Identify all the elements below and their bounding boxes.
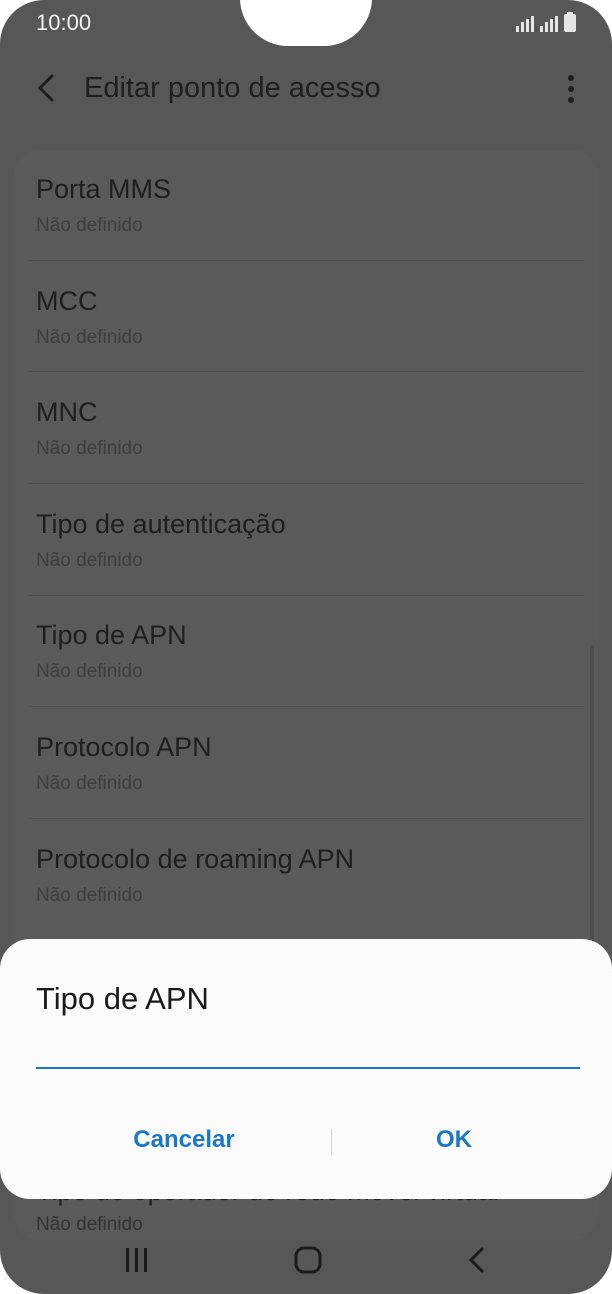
setting-protocolo-roaming-apn[interactable]: Protocolo de roaming APN Não definido (36, 844, 582, 907)
setting-value: Não definido (36, 661, 143, 682)
navigation-bar (0, 1226, 612, 1294)
setting-value: Não definido (36, 885, 143, 906)
divider (28, 706, 584, 707)
button-divider (331, 1129, 332, 1155)
apn-type-dialog: Tipo de APN Cancelar OK (0, 939, 612, 1199)
status-icons (516, 12, 576, 32)
setting-title: MNC (36, 397, 98, 427)
setting-protocolo-apn[interactable]: Protocolo APN Não definido (36, 732, 582, 795)
setting-value: Não definido (36, 438, 143, 459)
setting-tipo-apn[interactable]: Tipo de APN Não definido (36, 620, 582, 683)
divider (28, 260, 584, 261)
home-icon[interactable] (294, 1246, 322, 1274)
battery-icon (564, 12, 576, 32)
setting-value: Não definido (36, 215, 143, 236)
camera-notch (240, 0, 372, 46)
setting-mnc[interactable]: MNC Não definido (36, 397, 582, 460)
scrollbar[interactable] (590, 645, 594, 945)
divider (28, 595, 584, 596)
app-bar: Editar ponto de acesso (0, 60, 612, 120)
ok-button[interactable]: OK (354, 1125, 554, 1155)
setting-value: Não definido (36, 550, 143, 571)
cancel-button[interactable]: Cancelar (84, 1125, 284, 1155)
phone-screen: 10:00 Editar ponto de acesso Porta MMS N… (0, 0, 612, 1294)
divider (28, 371, 584, 372)
apn-type-input[interactable] (36, 1047, 580, 1069)
back-nav-icon[interactable] (466, 1246, 488, 1274)
setting-value: Não definido (36, 327, 143, 348)
setting-title: Tipo de APN (36, 620, 187, 650)
dialog-title: Tipo de APN (36, 981, 209, 1016)
divider (28, 483, 584, 484)
setting-mcc[interactable]: MCC Não definido (36, 286, 582, 349)
signal-icon-sim2 (540, 16, 558, 32)
recent-apps-icon[interactable] (124, 1248, 150, 1272)
setting-title: Porta MMS (36, 174, 172, 204)
setting-value: Não definido (36, 773, 143, 794)
page-title: Editar ponto de acesso (84, 72, 381, 104)
more-options-icon[interactable] (566, 74, 576, 104)
setting-title: MCC (36, 286, 98, 316)
signal-icon (516, 16, 534, 32)
status-time: 10:00 (36, 10, 92, 35)
setting-tipo-autenticacao[interactable]: Tipo de autenticação Não definido (36, 509, 582, 572)
setting-porta-mms[interactable]: Porta MMS Não definido (36, 174, 582, 237)
setting-title: Protocolo APN (36, 732, 212, 762)
setting-title: Tipo de autenticação (36, 509, 286, 539)
back-arrow-icon[interactable] (32, 72, 62, 104)
divider (28, 818, 584, 819)
setting-title: Protocolo de roaming APN (36, 844, 355, 874)
